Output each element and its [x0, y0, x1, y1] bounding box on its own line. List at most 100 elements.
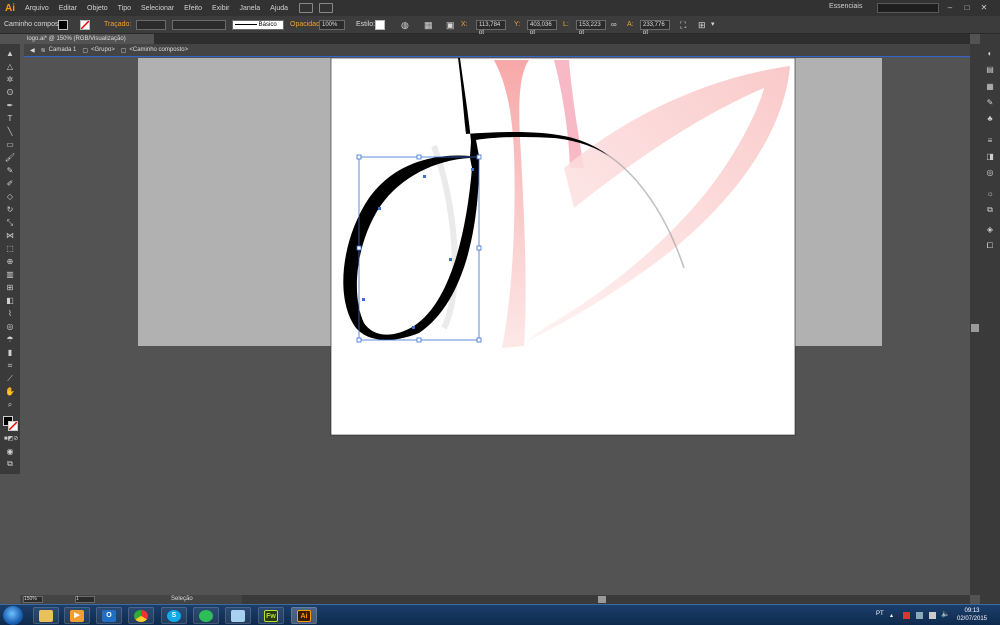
graphic-styles-icon[interactable]: ⧉ [985, 205, 995, 214]
reference-point-icon[interactable]: ▣ [446, 19, 455, 31]
width-field[interactable]: 153,223 pt [576, 20, 606, 36]
horizontal-scroll-thumb[interactable] [598, 596, 606, 603]
shape-builder-icon[interactable]: ⊕ [4, 257, 16, 267]
height-field[interactable]: 233,776 pt [640, 20, 670, 36]
crumb-layer[interactable]: Camada 1 [49, 47, 77, 53]
taskbar-illustrator[interactable]: Ai [291, 607, 317, 624]
taskbar-explorer[interactable] [33, 607, 59, 624]
width-tool-icon[interactable]: ⋈ [4, 231, 16, 241]
lasso-icon[interactable]: ʘ [4, 88, 16, 98]
gradient-panel-icon[interactable]: ◨ [985, 152, 995, 161]
color-guide-icon[interactable]: ▤ [985, 65, 995, 74]
taskbar-files[interactable] [225, 607, 251, 624]
workspace-switcher[interactable]: Essenciais [829, 3, 862, 10]
mesh-tool-icon[interactable]: ⊞ [4, 283, 16, 293]
pen-tool-icon[interactable]: ✒ [4, 101, 16, 111]
magic-wand-icon[interactable]: ✲ [4, 75, 16, 85]
menu-efeito[interactable]: Efeito [179, 5, 207, 12]
taskbar-media-player[interactable]: ▶ [64, 607, 90, 624]
draw-mode-icon[interactable]: ◉ [4, 447, 16, 457]
menu-exibir[interactable]: Exibir [207, 5, 235, 12]
eyedropper-icon[interactable]: ⌇ [4, 309, 16, 319]
hand-tool-icon[interactable]: ✋ [4, 387, 16, 397]
line-tool-icon[interactable]: ╲ [4, 127, 16, 137]
taskbar-chrome[interactable] [128, 607, 154, 624]
y-field[interactable]: 403,036 pt [527, 20, 557, 36]
isolate-icon[interactable]: ⊞ [698, 19, 706, 31]
layers-icon[interactable]: ◈ [985, 225, 995, 234]
taskbar-outlook[interactable]: O [96, 607, 122, 624]
taskbar-skype[interactable]: S [161, 607, 187, 624]
menu-ajuda[interactable]: Ajuda [265, 5, 293, 12]
recolor-icon[interactable]: ◍ [401, 19, 409, 31]
pencil-icon[interactable]: ✎ [4, 166, 16, 176]
artwork-svg[interactable] [24, 58, 970, 594]
scale-tool-icon[interactable]: ⤡ [4, 218, 16, 228]
vertical-scrollbar[interactable] [970, 44, 980, 595]
transparency-icon[interactable]: ◎ [985, 168, 995, 177]
start-button[interactable] [3, 606, 23, 625]
bridge-icon[interactable] [299, 3, 314, 13]
artboards-icon[interactable]: ⧠ [985, 241, 995, 250]
brush-profile-field[interactable]: Básico [232, 20, 284, 30]
taskbar-spotify[interactable] [193, 607, 219, 624]
eraser-icon[interactable]: ◇ [4, 192, 16, 202]
stroke-panel-icon[interactable]: ≡ [985, 136, 995, 145]
direct-selection-tool-icon[interactable]: △ [4, 62, 16, 72]
swatches-icon[interactable]: ▦ [985, 82, 995, 91]
brushes-icon[interactable]: ✎ [985, 98, 995, 107]
appearance-icon[interactable]: ☼ [985, 189, 995, 198]
stroke-label[interactable]: Traçado: [104, 19, 131, 31]
symbol-sprayer-icon[interactable]: ☂ [4, 335, 16, 345]
screen-mode-icon[interactable]: ⧉ [4, 459, 16, 469]
canvas[interactable] [24, 58, 970, 594]
network-icon[interactable] [916, 612, 923, 619]
vertical-scroll-thumb[interactable] [971, 324, 979, 332]
horizontal-scrollbar[interactable] [242, 595, 970, 604]
search-input[interactable] [877, 3, 939, 13]
selection-tool-icon[interactable]: ▲ [4, 49, 16, 59]
tray-flag-icon[interactable] [903, 612, 910, 619]
artboard-tool-icon[interactable]: ⌗ [4, 361, 16, 371]
variable-width-field[interactable] [172, 20, 226, 30]
x-field[interactable]: 113,784 pt [476, 20, 506, 36]
minimize-icon[interactable]: – [944, 3, 956, 13]
free-transform-icon[interactable]: ⬚ [4, 244, 16, 254]
close-icon[interactable]: ✕ [978, 3, 990, 13]
color-panel-icon[interactable]: ◐ [985, 49, 995, 58]
rotate-tool-icon[interactable]: ↻ [4, 205, 16, 215]
tray-arrow-icon[interactable]: ▴ [890, 612, 897, 619]
slice-tool-icon[interactable]: ⟋ [4, 374, 16, 384]
menu-objeto[interactable]: Objeto [82, 5, 113, 12]
align-icon[interactable]: ▦ [424, 19, 433, 31]
stroke-color-icon[interactable] [8, 421, 18, 431]
taskbar-fireworks[interactable]: Fw [258, 607, 284, 624]
perspective-grid-icon[interactable]: ▥ [4, 270, 16, 280]
column-graph-icon[interactable]: ▮ [4, 348, 16, 358]
rectangle-tool-icon[interactable]: ▭ [4, 140, 16, 150]
zoom-tool-icon[interactable]: ⌕ [4, 400, 16, 410]
zoom-field[interactable]: 150% [23, 596, 43, 603]
fill-swatch[interactable] [58, 20, 68, 30]
maximize-icon[interactable]: □ [961, 3, 973, 13]
symbols-icon[interactable]: ♣ [985, 114, 995, 123]
stroke-swatch[interactable] [80, 20, 90, 30]
tray-device-icon[interactable] [929, 612, 936, 619]
color-mode-icons[interactable]: ■◩⊘ [4, 434, 18, 444]
volume-icon[interactable]: 🔈 [941, 610, 950, 618]
artboard-nav-field[interactable]: 1 [75, 596, 95, 603]
menu-selecionar[interactable]: Selecionar [136, 5, 179, 12]
crumb-compound-path[interactable]: <Caminho composto> [129, 47, 188, 53]
back-arrow-icon[interactable]: ◀ [30, 47, 35, 54]
link-proportions-icon[interactable]: ∞ [611, 19, 617, 31]
arrange-documents-icon[interactable] [319, 3, 334, 13]
menu-janela[interactable]: Janela [235, 5, 266, 12]
paintbrush-icon[interactable]: 🖌 [4, 153, 16, 163]
blob-brush-icon[interactable]: ✐ [4, 179, 16, 189]
system-clock[interactable]: 09:13 02/07/2015 [952, 607, 992, 623]
type-tool-icon[interactable]: T [4, 114, 16, 124]
menu-editar[interactable]: Editar [54, 5, 82, 12]
document-tab[interactable]: logo.ai* @ 150% (RGB/Visualização) [24, 34, 154, 44]
panel-menu-icon[interactable]: ▾ [711, 19, 715, 31]
language-indicator[interactable]: PT [876, 611, 884, 617]
